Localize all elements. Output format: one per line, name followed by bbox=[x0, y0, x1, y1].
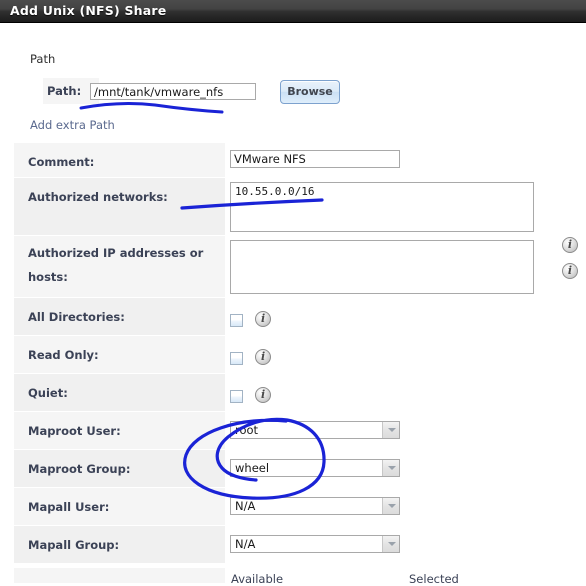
browse-button[interactable]: Browse bbox=[280, 80, 340, 104]
maproot-group-value: wheel bbox=[235, 461, 270, 475]
form-row-authorized-networks: Authorized networks: i bbox=[14, 177, 586, 253]
form-row-maproot-user: Maproot User: root bbox=[14, 411, 586, 449]
label-maproot-user: Maproot User: bbox=[28, 424, 121, 438]
info-icon[interactable]: i bbox=[255, 349, 272, 365]
field-cell-maproot-user: root bbox=[230, 421, 400, 439]
maproot-group-select[interactable]: wheel bbox=[230, 459, 400, 477]
label-all-directories: All Directories: bbox=[28, 310, 125, 324]
path-input[interactable] bbox=[90, 83, 256, 100]
comment-input[interactable] bbox=[230, 150, 400, 168]
all-directories-checkbox[interactable] bbox=[230, 314, 243, 327]
label-mapall-group: Mapall Group: bbox=[28, 538, 120, 552]
label-comment: Comment: bbox=[28, 155, 95, 169]
annotation-underline-path bbox=[79, 102, 224, 114]
window-titlebar: Add Unix (NFS) Share bbox=[0, 0, 586, 23]
add-extra-path-link[interactable]: Add extra Path bbox=[30, 118, 115, 132]
available-list-header: Available bbox=[231, 572, 284, 586]
mapall-user-select[interactable]: N/A bbox=[230, 497, 400, 515]
label-mapall-user: Mapall User: bbox=[28, 500, 110, 514]
mapall-group-select[interactable]: N/A bbox=[230, 535, 400, 553]
maproot-user-value: root bbox=[235, 423, 259, 437]
form-row-mapall-group: Mapall Group: N/A bbox=[14, 525, 586, 563]
field-cell-authorized-networks bbox=[230, 182, 534, 232]
path-section-heading: Path bbox=[30, 52, 56, 66]
label-authorized-hosts-line2: hosts: bbox=[28, 270, 68, 284]
field-cell-maproot-group: wheel bbox=[230, 459, 400, 477]
dual-list-label-cell bbox=[14, 568, 225, 583]
label-maproot-group: Maproot Group: bbox=[28, 462, 131, 476]
info-icon[interactable]: i bbox=[255, 311, 272, 327]
info-icon: i bbox=[562, 262, 578, 279]
selected-list-header: Selected bbox=[409, 572, 459, 586]
info-icon[interactable]: i bbox=[255, 387, 272, 403]
chevron-down-icon[interactable] bbox=[382, 422, 399, 438]
path-field-label: Path: bbox=[47, 84, 82, 98]
authorized-hosts-textarea[interactable] bbox=[230, 240, 534, 294]
field-cell-comment bbox=[230, 150, 400, 168]
form-row-comment: Comment: bbox=[14, 142, 586, 177]
form-row-maproot-group: Maproot Group: wheel bbox=[14, 449, 586, 487]
form-row-all-directories: All Directories: i bbox=[14, 297, 586, 335]
quiet-checkbox[interactable] bbox=[230, 390, 243, 403]
form-row-authorized-hosts: Authorized IP addresses or hosts: i bbox=[14, 235, 586, 297]
field-cell-mapall-user: N/A bbox=[230, 497, 400, 515]
mapall-group-value: N/A bbox=[235, 537, 256, 551]
label-authorized-hosts-line1: Authorized IP addresses or bbox=[28, 246, 204, 260]
maproot-user-select[interactable]: root bbox=[230, 421, 400, 439]
authorized-networks-textarea[interactable] bbox=[230, 182, 534, 232]
field-cell-mapall-group: N/A bbox=[230, 535, 400, 553]
window-title: Add Unix (NFS) Share bbox=[10, 3, 167, 18]
form-row-mapall-user: Mapall User: N/A bbox=[14, 487, 586, 525]
chevron-down-icon[interactable] bbox=[382, 460, 399, 476]
label-read-only: Read Only: bbox=[28, 348, 99, 362]
form-row-quiet: Quiet: i bbox=[14, 373, 586, 411]
field-cell-read-only: i bbox=[230, 348, 272, 368]
field-cell-all-directories: i bbox=[230, 310, 272, 330]
label-quiet: Quiet: bbox=[28, 386, 68, 400]
nfs-share-form: Comment: Authorized networks: i Authoriz… bbox=[14, 142, 586, 563]
chevron-down-icon[interactable] bbox=[382, 536, 399, 552]
mapall-user-value: N/A bbox=[235, 499, 256, 513]
form-row-read-only: Read Only: i bbox=[14, 335, 586, 373]
authorized-hosts-info[interactable]: i bbox=[562, 260, 578, 279]
label-authorized-hosts: Authorized IP addresses or hosts: bbox=[28, 241, 218, 289]
chevron-down-icon[interactable] bbox=[382, 498, 399, 514]
label-authorized-networks: Authorized networks: bbox=[28, 190, 168, 204]
read-only-checkbox[interactable] bbox=[230, 352, 243, 365]
field-cell-authorized-hosts bbox=[230, 240, 534, 294]
field-cell-quiet: i bbox=[230, 386, 272, 406]
